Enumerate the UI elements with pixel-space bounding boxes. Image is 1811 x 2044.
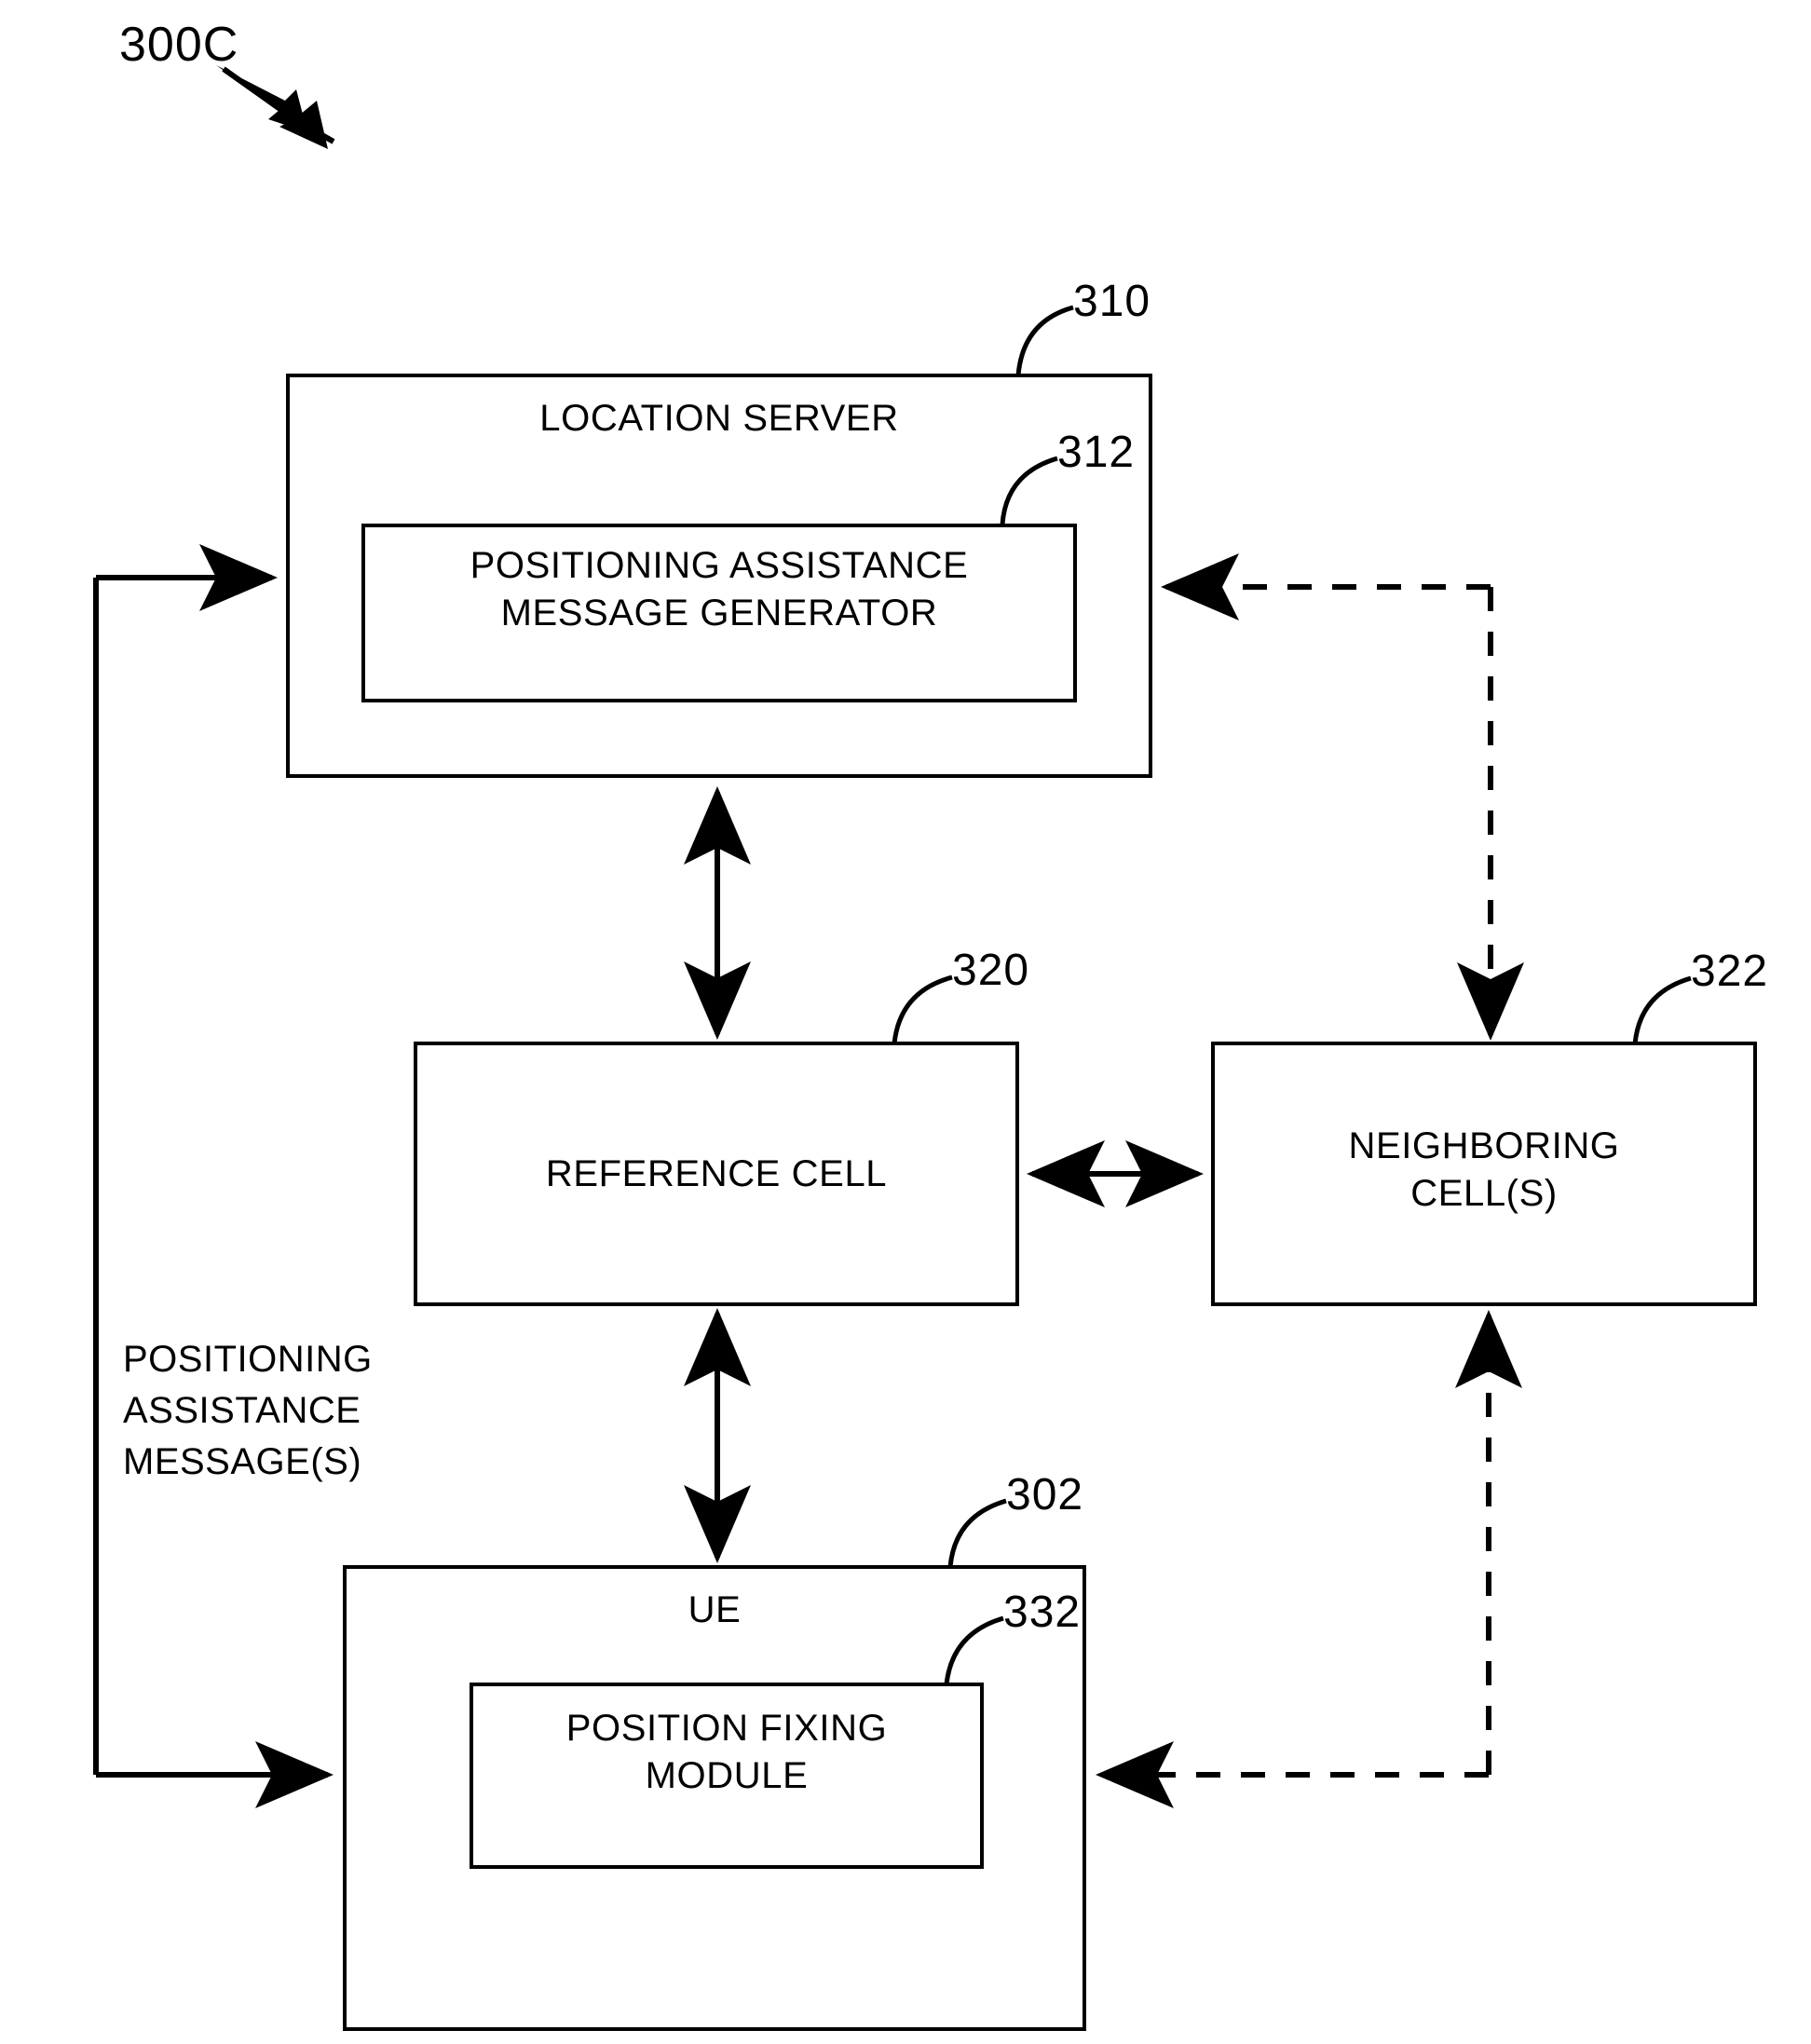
- ref-leader-310: [1015, 305, 1074, 376]
- figure-id-leader: [216, 65, 335, 149]
- ref-number-322: 322: [1691, 947, 1769, 996]
- pam-bus-to-location-server: [93, 544, 278, 1775]
- node-positioning-assistance-message-generator-title: POSITIONING ASSISTANCE MESSAGE GENERATOR: [470, 545, 969, 634]
- ref-leader-322: [1632, 975, 1692, 1045]
- ref-number-310: 310: [1073, 277, 1151, 326]
- node-reference-cell-title: REFERENCE CELL: [545, 1153, 888, 1194]
- annotation-positioning-assistance-messages: POSITIONING ASSISTANCE MESSAGE(S): [123, 1339, 373, 1483]
- ref-number-320: 320: [952, 946, 1030, 995]
- ref-number-312: 312: [1057, 428, 1136, 477]
- figure-id-label: 300C: [119, 18, 239, 72]
- dashed-neighboring-cells-to-location-server: [1161, 553, 1524, 1041]
- node-ue-title: UE: [688, 1589, 742, 1630]
- dashed-ue-neighboring-cells: [1096, 1310, 1522, 1808]
- node-neighboring-cells-title: NEIGHBORING CELL(S): [1348, 1125, 1620, 1215]
- node-location-server-title: LOCATION SERVER: [539, 398, 899, 439]
- ref-number-302: 302: [1006, 1470, 1084, 1519]
- ref-leader-302: [947, 1498, 1007, 1568]
- ref-leader-320: [892, 974, 953, 1044]
- ref-number-332: 332: [1003, 1588, 1082, 1637]
- patent-figure-300c: 300C LOCATION SERVER 310 POSITIONING ASS…: [0, 0, 1811, 2044]
- node-position-fixing-module-title: POSITION FIXING MODULE: [565, 1708, 888, 1797]
